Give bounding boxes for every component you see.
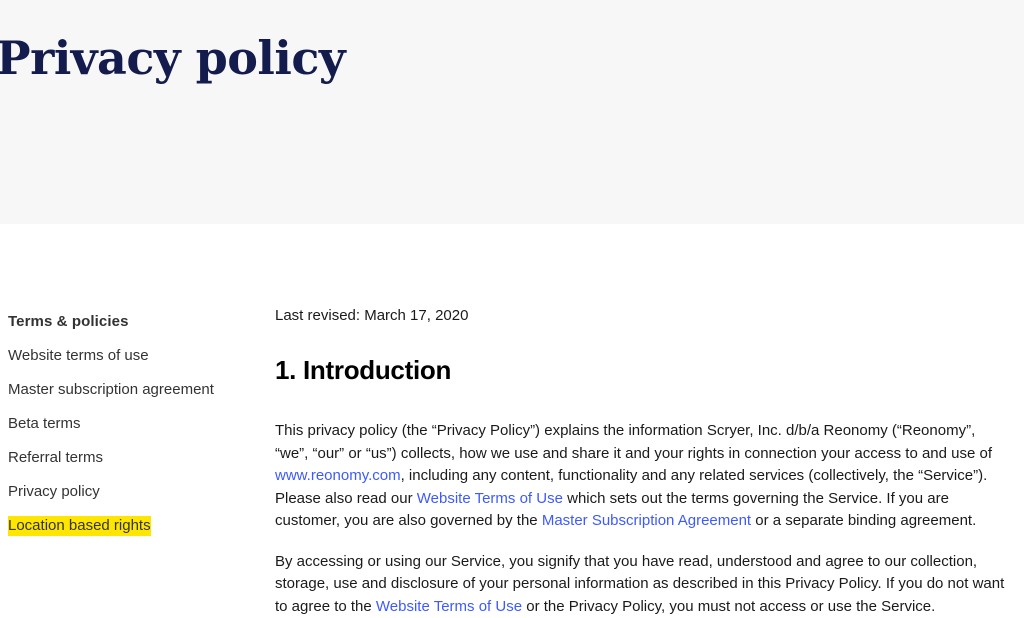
paragraph-text: or a separate binding agreement. — [751, 512, 976, 529]
sidebar-heading: Terms & policies — [8, 312, 258, 332]
sidebar-item-privacy-policy[interactable]: Privacy policy — [8, 482, 100, 502]
last-revised-date: Last revised: March 17, 2020 — [275, 306, 1007, 326]
page-hero-banner: Privacy policy — [0, 0, 1024, 224]
sidebar-item-referral-terms[interactable]: Referral terms — [8, 448, 103, 468]
terms-policies-sidebar: Terms & policies Website terms of use Ma… — [8, 312, 258, 550]
link-website-terms-of-use[interactable]: Website Terms of Use — [417, 490, 563, 507]
policy-content: Last revised: March 17, 2020 1. Introduc… — [275, 306, 1007, 618]
page-title: Privacy policy — [0, 29, 345, 87]
link-website-terms-of-use-2[interactable]: Website Terms of Use — [376, 598, 522, 615]
paragraph-text: or the Privacy Policy, you must not acce… — [522, 598, 935, 615]
link-www-reonomy-com[interactable]: www.reonomy.com — [275, 467, 401, 484]
link-master-subscription-agreement[interactable]: Master Subscription Agreement — [542, 512, 751, 529]
sidebar-item-website-terms-of-use[interactable]: Website terms of use — [8, 346, 149, 366]
sidebar-item-location-based-rights[interactable]: Location based rights — [8, 516, 151, 536]
paragraph-introduction-2: By accessing or using our Service, you s… — [275, 551, 1007, 618]
paragraph-text: This privacy policy (the “Privacy Policy… — [275, 422, 992, 462]
sidebar-item-beta-terms[interactable]: Beta terms — [8, 414, 81, 434]
sidebar-item-master-subscription-agreement[interactable]: Master subscription agreement — [8, 380, 214, 400]
page-body: Terms & policies Website terms of use Ma… — [0, 224, 1024, 598]
section-heading-introduction: 1. Introduction — [275, 354, 1007, 386]
paragraph-introduction-1: This privacy policy (the “Privacy Policy… — [275, 420, 1007, 533]
